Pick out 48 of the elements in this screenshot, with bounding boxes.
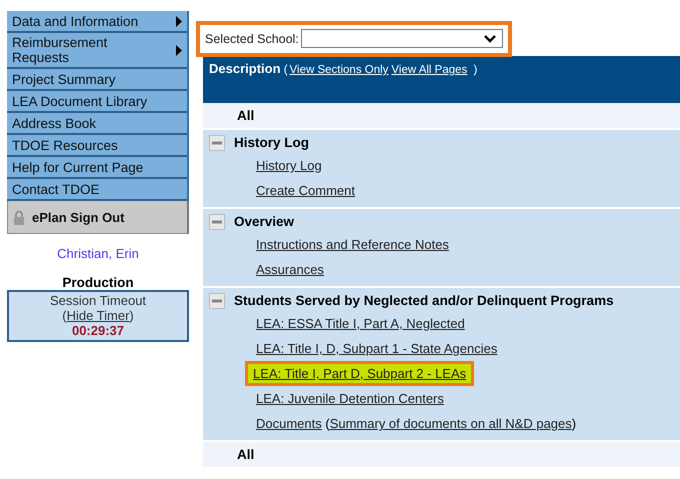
- page-link[interactable]: Summary of documents on all N&D pages: [330, 416, 572, 431]
- user-name: Christian, Erin: [56, 246, 140, 261]
- parenthesis: (: [62, 308, 67, 323]
- selected-school-label: Selected School:: [205, 32, 299, 46]
- page-link[interactable]: LEA: Juvenile Detention Centers: [256, 391, 444, 406]
- menu-item[interactable]: Project Summary: [7, 69, 187, 91]
- parenthesis: ): [472, 64, 478, 76]
- menu-item[interactable]: TDOE Resources: [7, 135, 187, 157]
- section-title: Students Served by Neglected and/or Delinquent Programs: [234, 293, 614, 308]
- menu-item[interactable]: Contact TDOE: [7, 179, 187, 201]
- view-link[interactable]: View Sections Only: [290, 64, 388, 76]
- parenthesis: ): [572, 416, 576, 431]
- menu-item[interactable]: Reimbursement Requests: [7, 33, 187, 69]
- page-link[interactable]: Assurances: [256, 262, 324, 277]
- column-title: Description: [209, 61, 281, 76]
- sign-out-button[interactable]: ePlan Sign Out: [7, 201, 189, 234]
- chevron-down-icon: [484, 34, 496, 42]
- school-dropdown[interactable]: [300, 29, 503, 48]
- environment-label: Production: [61, 275, 135, 290]
- menu-item[interactable]: LEA Document Library: [7, 91, 187, 113]
- page-link[interactable]: Instructions and Reference Notes: [256, 237, 449, 252]
- page-link[interactable]: History Log: [256, 158, 322, 173]
- minus-icon: [212, 140, 222, 144]
- session-title: Session Timeout: [48, 293, 148, 308]
- menu-item[interactable]: Address Book: [7, 113, 187, 135]
- all-row-label[interactable]: All: [237, 108, 254, 123]
- collapse-button[interactable]: [209, 214, 225, 230]
- section-title: History Log: [234, 135, 310, 150]
- collapse-button[interactable]: [209, 134, 225, 150]
- minus-icon: [212, 298, 222, 302]
- page-link[interactable]: LEA: Title I, Part D, Subpart 2 - LEAs: [253, 366, 466, 381]
- collapse-button[interactable]: [209, 292, 225, 308]
- menu-item[interactable]: Help for Current Page: [7, 157, 187, 179]
- menu-item[interactable]: Data and Information: [7, 11, 187, 33]
- countdown-time: 00:29:37: [70, 323, 126, 338]
- section-title: Overview: [234, 214, 294, 229]
- view-link[interactable]: View All Pages: [391, 64, 468, 76]
- page-link[interactable]: LEA: Title I, D, Subpart 1 - State Agencies: [256, 341, 498, 356]
- lock-icon: [14, 210, 24, 224]
- page-link[interactable]: Documents: [256, 416, 322, 431]
- hide-timer-link[interactable]: Hide Timer: [66, 308, 130, 323]
- page-link[interactable]: LEA: ESSA Title I, Part A, Neglected: [256, 316, 465, 331]
- parenthesis: ): [129, 308, 134, 323]
- minus-icon: [212, 220, 222, 224]
- all-row-label[interactable]: All: [237, 447, 254, 462]
- page-link[interactable]: Create Comment: [256, 183, 355, 198]
- parenthesis: (: [324, 416, 330, 431]
- parenthesis: (: [282, 64, 288, 76]
